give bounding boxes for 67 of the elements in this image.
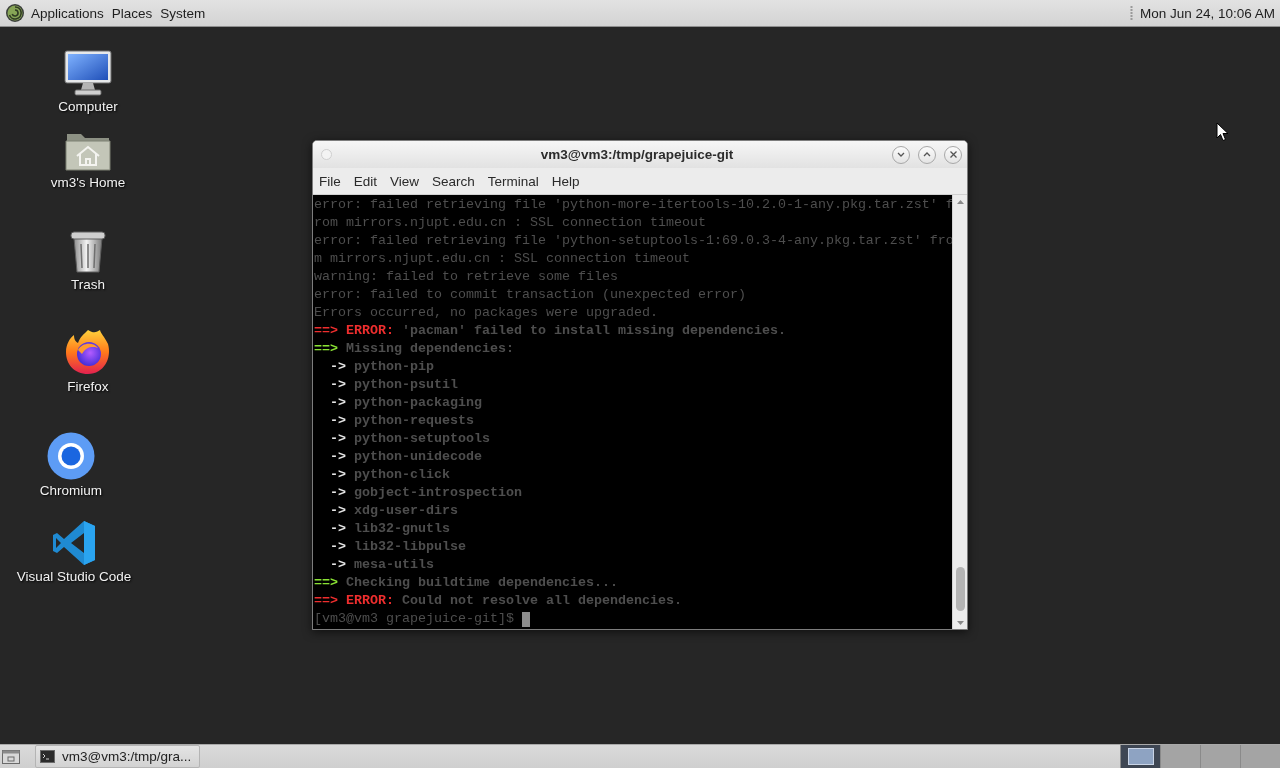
terminal-line: -> lib32-gnutls <box>329 520 450 538</box>
terminal-line: ==> ERROR: Could not resolve all dependencies. <box>314 592 682 610</box>
caret-up-icon[interactable] <box>956 200 964 204</box>
desktop-icon-label[interactable]: Computer <box>58 99 118 115</box>
workspace-tile[interactable] <box>1120 745 1160 768</box>
scrollbar[interactable] <box>952 195 967 629</box>
close-icon <box>949 151 957 158</box>
spiral-logo-icon[interactable] <box>5 3 25 23</box>
ribbon-logo-icon <box>52 520 96 566</box>
terminal-line: -> python-setuptools <box>329 430 490 448</box>
terminal-line: m mirrors.njupt.edu.cn : SSL connection timeout <box>314 250 690 268</box>
minimize-button[interactable] <box>892 145 910 164</box>
ring-logo-icon <box>47 432 95 480</box>
workspace-tile[interactable] <box>1160 745 1200 768</box>
chevron-down-icon <box>897 152 905 157</box>
desktop-icon-label[interactable]: Trash <box>71 277 105 293</box>
desktop-window-icon <box>2 749 20 764</box>
terminal-line: ==> Missing dependencies: <box>314 340 514 358</box>
terminal-line: -> python-requests <box>329 412 474 430</box>
scrollbar-thumb[interactable] <box>955 567 965 611</box>
window-menu-button[interactable] <box>321 149 332 160</box>
menu-item[interactable]: File <box>314 171 346 191</box>
drag-handle-icon <box>1129 5 1133 21</box>
terminal-line: Errors occurred, no packages were upgraded. <box>314 304 658 322</box>
text-cursor <box>521 611 530 627</box>
terminal-icon <box>40 750 55 763</box>
trash-icon <box>68 228 108 274</box>
taskbar-window-button[interactable]: vm3@vm3:/tmp/gra... <box>35 745 200 768</box>
menu-item[interactable]: Search <box>427 171 480 191</box>
workspace-tile[interactable] <box>1200 745 1240 768</box>
terminal-line: -> gobject-introspection <box>329 484 522 502</box>
flame-globe-icon <box>64 328 112 376</box>
chevron-up-icon <box>923 152 931 157</box>
terminal-line: -> xdg-user-dirs <box>329 502 458 520</box>
desktop-icon-label[interactable]: vm3's Home <box>50 175 126 191</box>
terminal-line: -> python-packaging <box>329 394 482 412</box>
shell-prompt: [vm3@vm3 grapejuice-git]$ <box>314 610 514 628</box>
menu-item[interactable]: Terminal <box>482 171 544 191</box>
caret-down-icon[interactable] <box>956 621 964 625</box>
workspace-tile[interactable] <box>1240 745 1280 768</box>
terminal-line: -> python-pip <box>329 358 434 376</box>
menu-item[interactable]: Edit <box>348 171 383 191</box>
terminal-line: error: failed to commit transaction (unexpected error) <box>314 286 746 304</box>
menu-item[interactable]: Help <box>546 171 585 191</box>
terminal-line: -> mesa-utils <box>329 556 434 574</box>
panel-menu[interactable]: Applications <box>28 3 107 23</box>
terminal-line: rom mirrors.njupt.edu.cn : SSL connection timeout <box>314 214 706 232</box>
terminal-line: -> python-psutil <box>329 376 458 394</box>
monitor-icon <box>64 48 112 96</box>
window-thumbnail-icon <box>1127 748 1154 765</box>
terminal-line: -> python-click <box>329 466 450 484</box>
panel-menu[interactable]: Places <box>108 3 156 23</box>
maximize-button[interactable] <box>918 145 936 164</box>
panel-clock[interactable]: Mon Jun 24, 10:06 AM <box>1139 5 1276 21</box>
terminal-line: -> lib32-libpulse <box>329 538 466 556</box>
menu-item[interactable]: View <box>385 171 425 191</box>
terminal-line: warning: failed to retrieve some files <box>314 268 618 286</box>
terminal-line: ==> Checking buildtime dependencies... <box>314 574 618 592</box>
close-button[interactable] <box>944 145 962 164</box>
desktop-icon-label[interactable]: Firefox <box>67 379 109 395</box>
terminal-line: ==> ERROR: 'pacman' failed to install missing dependencies. <box>314 322 786 340</box>
panel-menu[interactable]: System <box>157 3 209 23</box>
desktop-icon-label[interactable]: Chromium <box>39 483 103 499</box>
mouse-pointer-icon <box>1216 122 1229 142</box>
terminal-line: -> python-unidecode <box>329 448 482 466</box>
desktop-icon-label[interactable]: Visual Studio Code <box>16 569 132 585</box>
window-title: vm3@vm3:/tmp/grapejuice-git <box>539 147 735 162</box>
